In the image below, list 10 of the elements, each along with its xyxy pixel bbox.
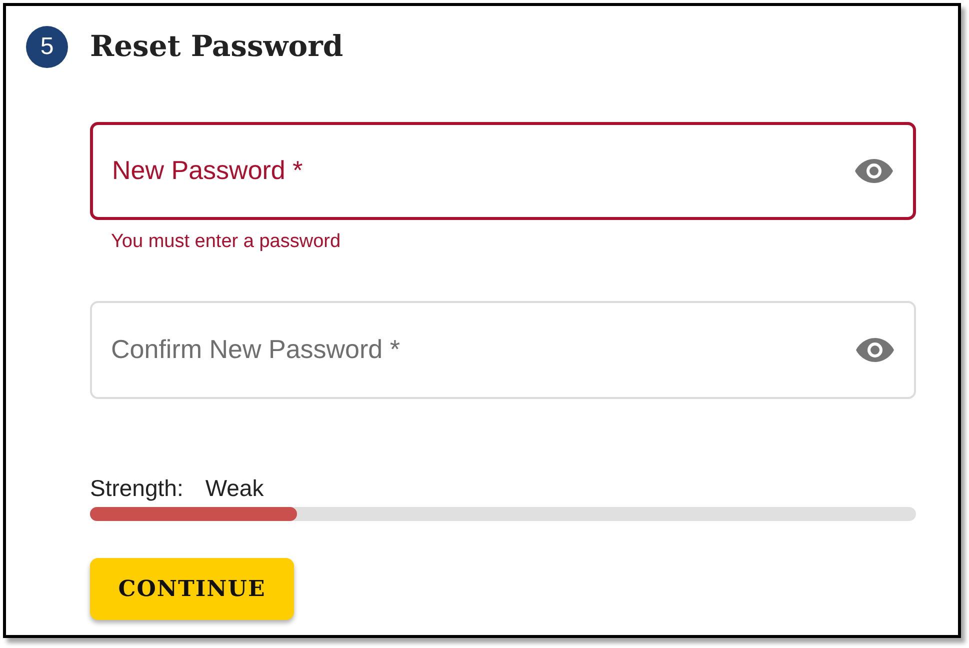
eye-icon[interactable] <box>854 156 894 184</box>
strength-value: Weak <box>205 474 264 502</box>
password-field[interactable]: New Password * <box>90 122 916 220</box>
section-title: Reset Password <box>90 28 344 65</box>
error-message: You must enter a password <box>111 230 342 252</box>
step-number: 5 <box>26 26 68 68</box>
password-field[interactable]: Confirm New Password * <box>90 300 916 398</box>
strength-label: Strength: <box>90 474 184 503</box>
continue-button[interactable]: CONTINUE <box>90 558 294 620</box>
eye-icon[interactable] <box>855 336 895 364</box>
